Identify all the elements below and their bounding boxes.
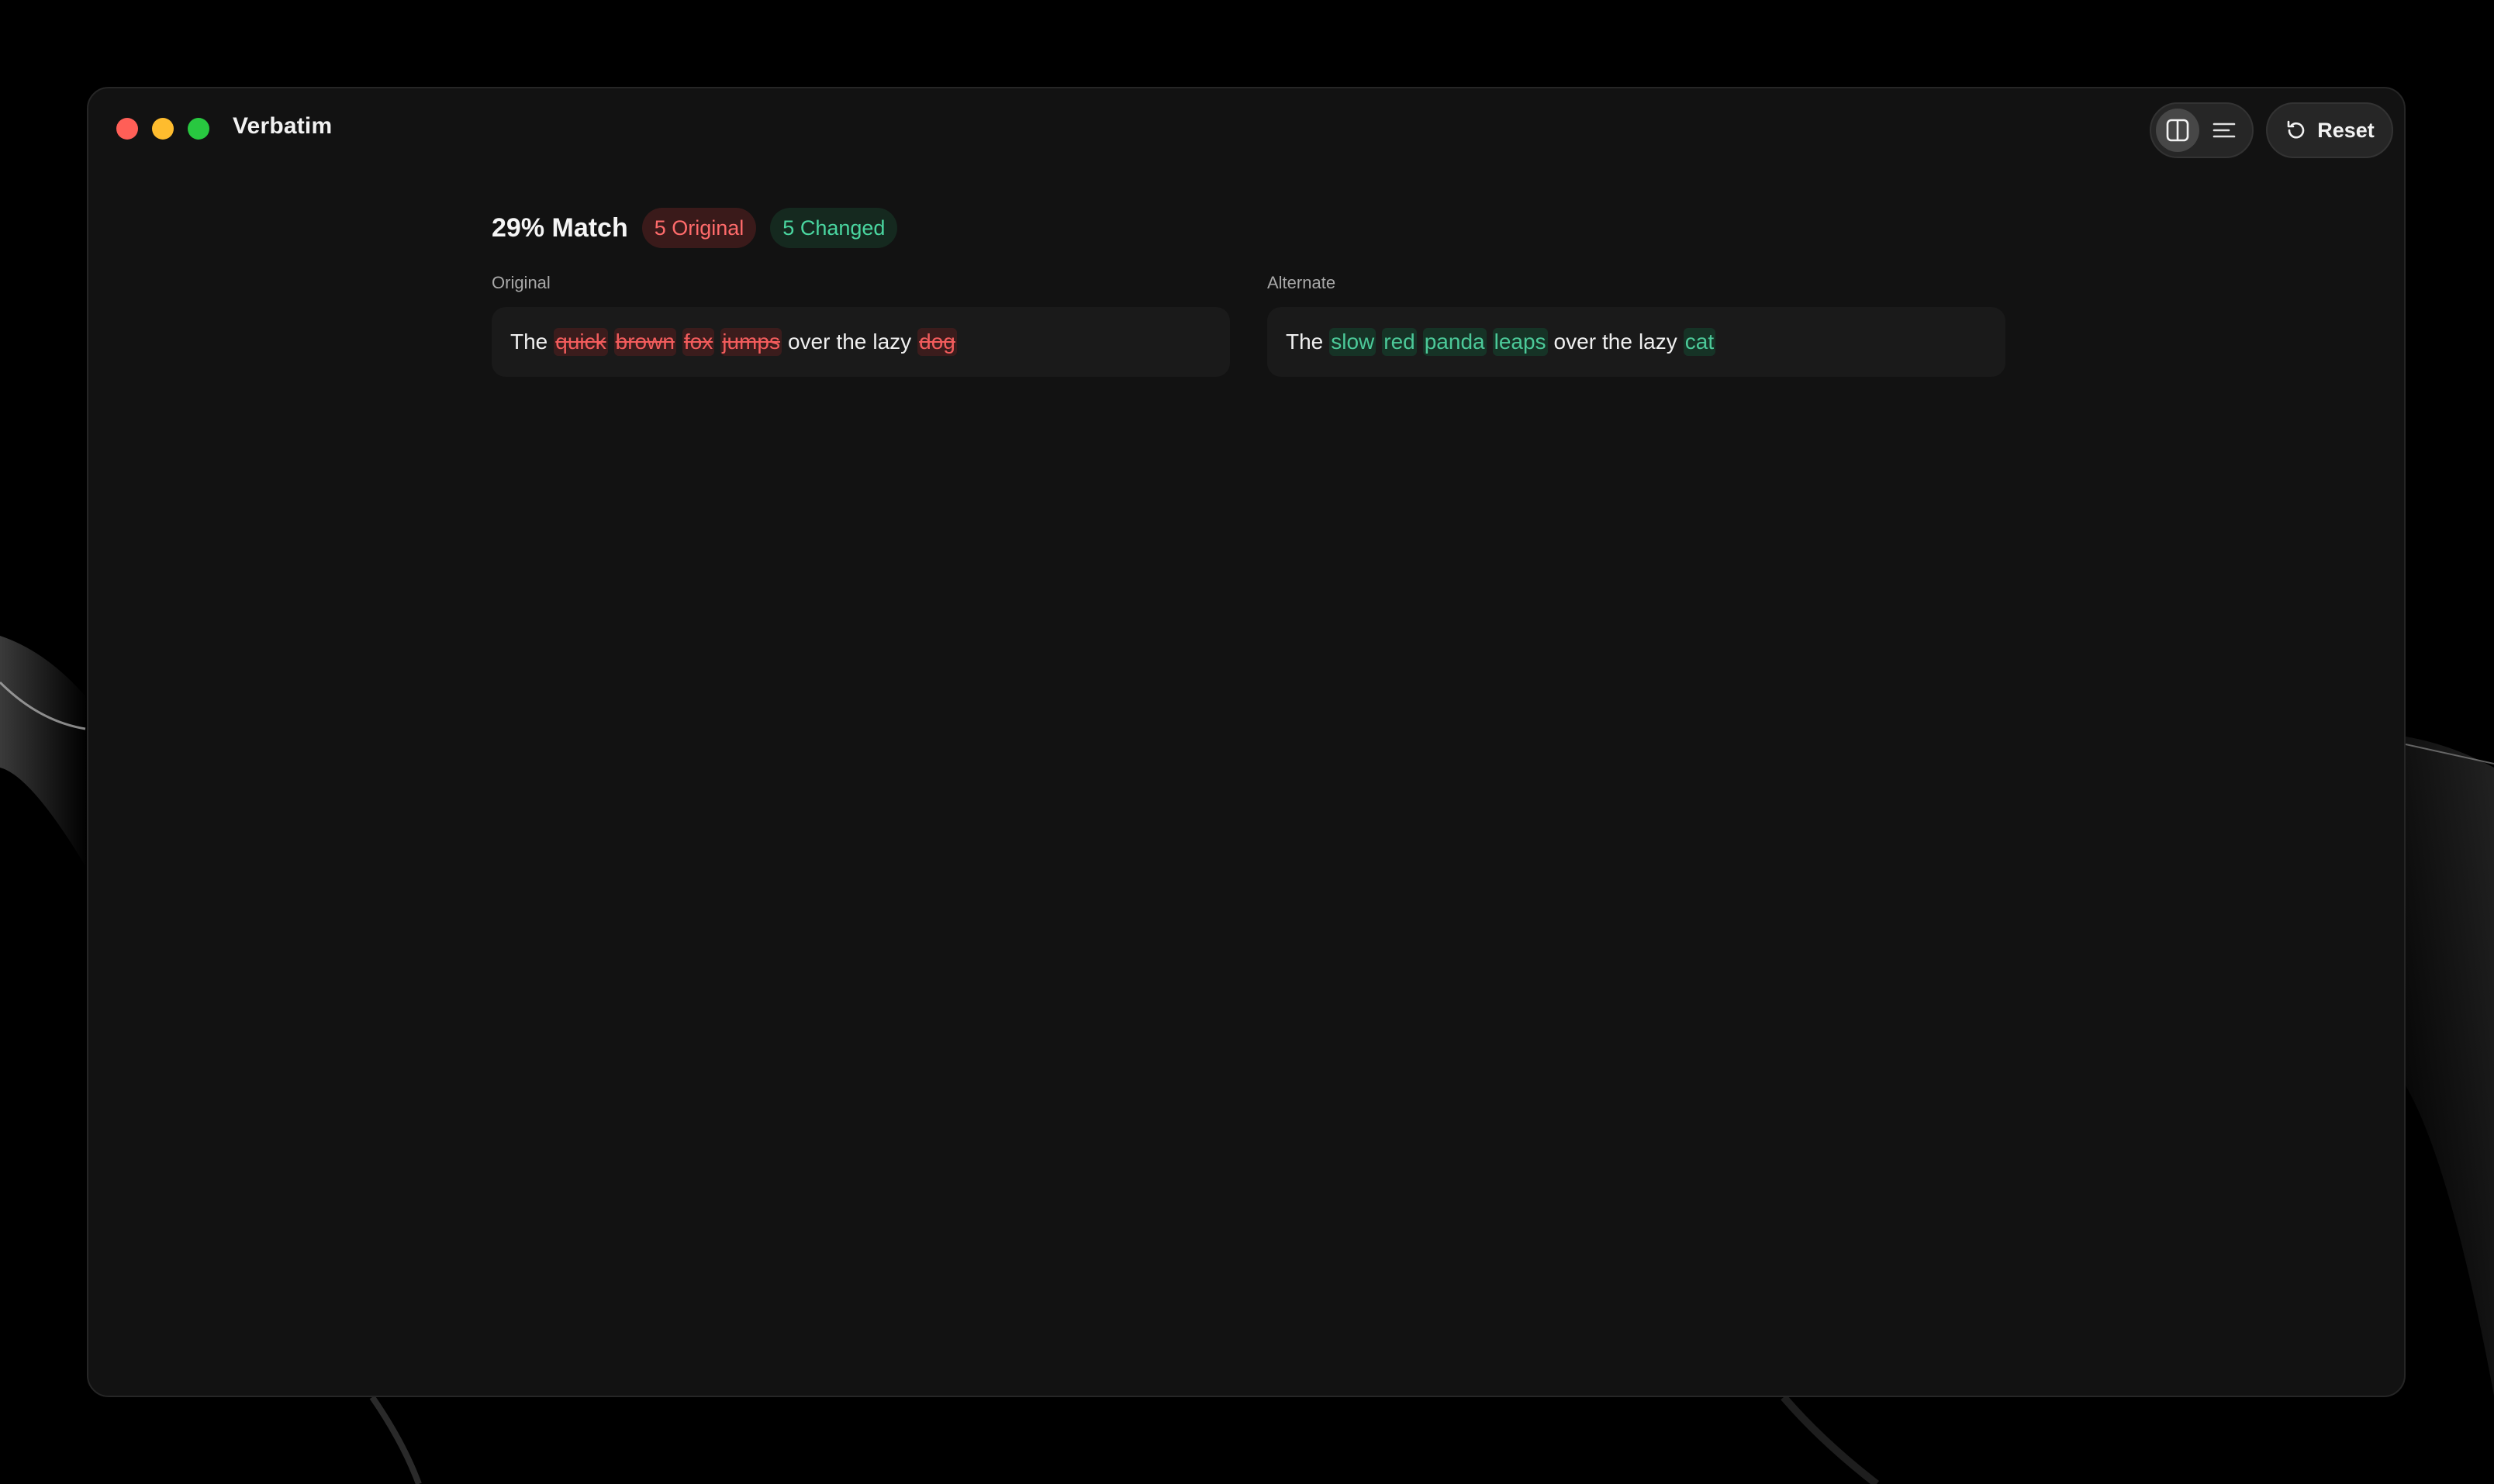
added-word: slow: [1329, 328, 1377, 356]
split-view-icon: [2166, 119, 2189, 142]
diff-word: The: [510, 330, 548, 354]
changed-count-badge: 5 Changed: [770, 208, 898, 248]
desktop-background: Verbatim Reset 29% Match 5 Original 5 Ch…: [0, 0, 2494, 1484]
diff-word: over: [787, 330, 831, 354]
rotate-ccw-icon: [2287, 120, 2305, 139]
removed-word: dog: [917, 328, 957, 356]
diff-word: lazy: [1638, 330, 1677, 354]
alternate-panel-label: Alternate: [1267, 273, 1336, 292]
app-title: Verbatim: [233, 113, 333, 139]
removed-word: quick: [554, 328, 608, 356]
added-word: cat: [1683, 328, 1716, 356]
titlebar: Verbatim Reset: [88, 88, 2404, 169]
lines-icon: [2212, 123, 2236, 138]
app-window: Verbatim Reset 29% Match 5 Original 5 Ch…: [87, 87, 2406, 1397]
removed-word: jumps: [720, 328, 782, 356]
added-word: red: [1382, 328, 1417, 356]
original-text-panel[interactable]: The quick brown fox jumps over the lazy dog: [492, 307, 1230, 377]
removed-word: fox: [682, 328, 715, 356]
zoom-window-button[interactable]: [188, 118, 209, 140]
minimize-window-button[interactable]: [152, 118, 174, 140]
reset-label: Reset: [2317, 118, 2375, 142]
view-mode-toggle: [2150, 102, 2254, 158]
diff-word: over: [1553, 330, 1597, 354]
diff-word: the: [836, 330, 867, 354]
match-percentage: 29% Match: [492, 212, 628, 243]
diff-word: The: [1286, 330, 1324, 354]
alternate-text-panel[interactable]: The slow red panda leaps over the lazy cat: [1267, 307, 2005, 377]
diff-word: the: [1602, 330, 1632, 354]
diff-word: lazy: [872, 330, 912, 354]
original-panel-label: Original: [492, 273, 551, 292]
diff-summary: 29% Match 5 Original 5 Changed: [492, 206, 898, 250]
split-view-button[interactable]: [2156, 109, 2199, 152]
original-count-badge: 5 Original: [641, 208, 757, 248]
unified-view-button[interactable]: [2202, 109, 2246, 152]
removed-word: brown: [613, 328, 676, 356]
added-word: leaps: [1492, 328, 1548, 356]
close-window-button[interactable]: [116, 118, 138, 140]
reset-button[interactable]: Reset: [2266, 102, 2393, 158]
added-word: panda: [1422, 328, 1487, 356]
